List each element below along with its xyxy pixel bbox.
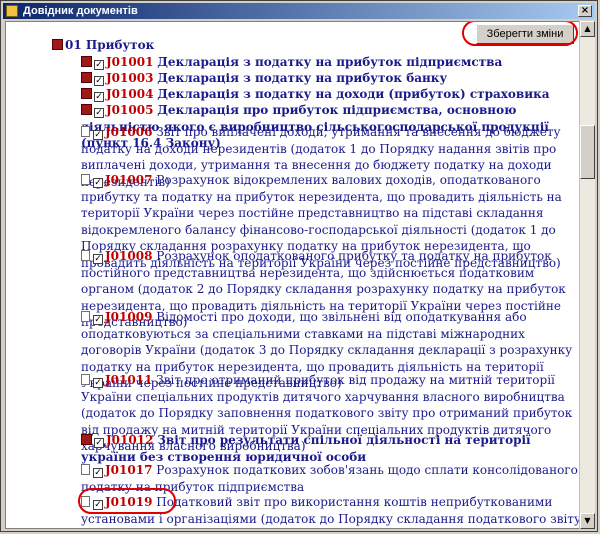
item-code: J01017 [105,463,153,477]
item-checkbox[interactable]: ✓ [93,378,103,388]
item-checkbox[interactable]: ✓ [93,468,103,478]
scroll-down-button[interactable]: ▼ [580,513,595,529]
highlight-save-annotation [462,22,578,46]
item-code: J01005 [106,103,154,117]
item-checkbox[interactable]: ✓ [94,76,104,86]
title-bar[interactable]: Довідник документів × [3,3,595,19]
window-title: Довідник документів [23,5,138,17]
item-code: J01009 [105,310,153,324]
document-icon [81,464,90,475]
item-name: Декларація з податку на прибуток банку [157,71,448,85]
item-checkbox[interactable]: ✓ [94,60,104,70]
item-checkbox[interactable]: ✓ [94,92,104,102]
item-code: J01004 [106,87,154,101]
document-icon [81,126,90,137]
document-icon [81,311,90,322]
item-code: J01008 [105,249,153,263]
item-code: J01011 [105,373,153,387]
item-code: J01006 [105,125,153,139]
vertical-scrollbar[interactable]: ▲ ▼ [579,21,595,529]
list-item[interactable]: ✓ J01004 Декларація з податку на доходи (… [81,86,580,103]
book-icon [81,88,92,99]
document-icon [81,250,90,261]
list-item[interactable]: ✓ J01001 Декларація з податку на прибуток… [81,54,580,71]
highlight-item-annotation [78,488,176,514]
item-code: J01007 [105,173,153,187]
item-name: Декларація з податку на прибуток підприє… [157,55,503,69]
document-icon [81,174,90,185]
book-icon [81,72,92,83]
item-code: J01001 [106,55,154,69]
list-item[interactable]: ✓ J01012 Звіт про результати спільної дія… [81,432,580,465]
book-icon [52,39,63,50]
item-checkbox[interactable]: ✓ [94,438,104,448]
window-icon [6,5,18,17]
item-code: J01012 [106,433,154,447]
item-checkbox[interactable]: ✓ [94,108,104,118]
reference-window: Довідник документів × Зберегти зміни 01 … [0,0,598,532]
book-icon [81,56,92,67]
item-checkbox[interactable]: ✓ [93,130,103,140]
item-name: Декларація з податку на доходи (прибуток… [157,87,550,101]
scroll-up-button[interactable]: ▲ [580,21,595,37]
list-item[interactable]: ✓ J01003 Декларація з податку на прибуток… [81,70,580,87]
document-tree: Зберегти зміни 01 Прибуток ✓ J01001 Декла… [5,21,581,529]
scroll-thumb[interactable] [580,125,595,179]
tree-group-profit[interactable]: 01 Прибуток [52,38,154,52]
book-icon [81,104,92,115]
item-code: J01003 [106,71,154,85]
item-checkbox[interactable]: ✓ [93,315,103,325]
item-checkbox[interactable]: ✓ [93,178,103,188]
close-button[interactable]: × [578,5,592,17]
document-icon [81,374,90,385]
book-icon [81,434,92,445]
item-checkbox[interactable]: ✓ [93,254,103,264]
group-label: 01 Прибуток [65,38,155,52]
